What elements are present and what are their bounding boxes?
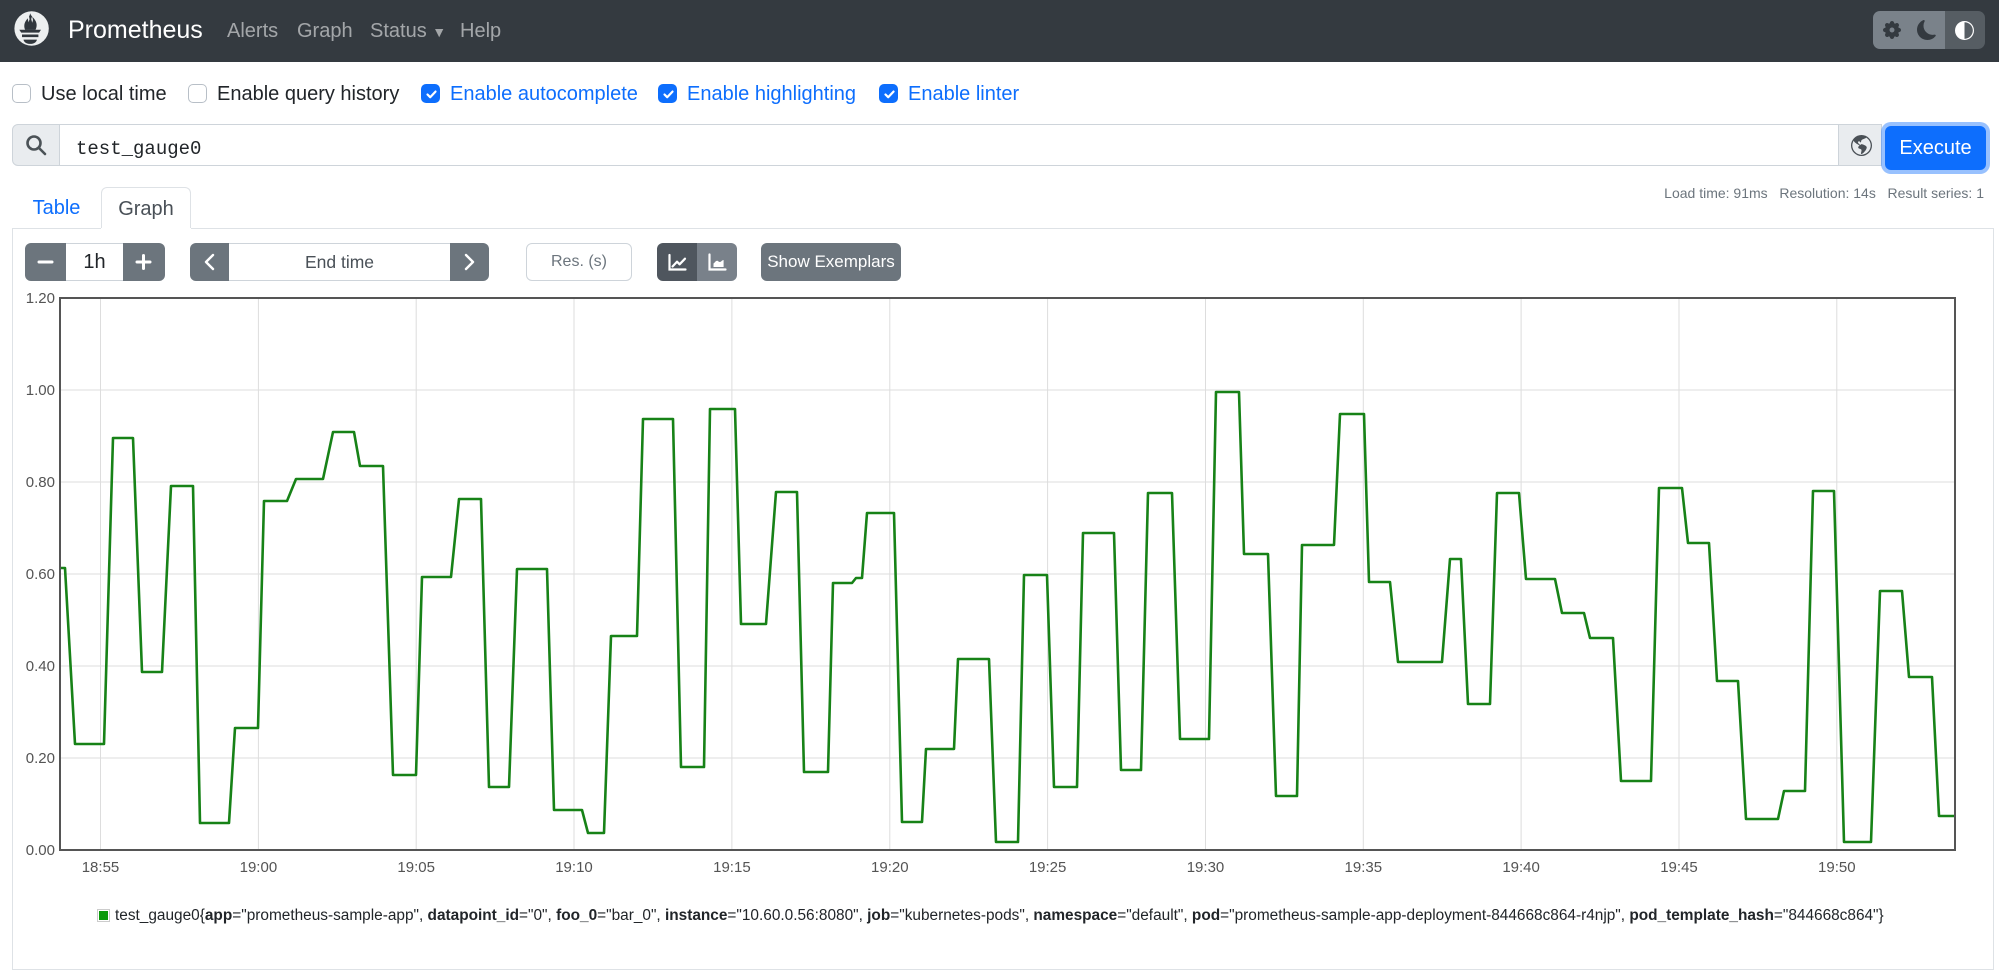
svg-text:0.40: 0.40 [26,658,55,675]
svg-text:0.80: 0.80 [26,474,55,491]
svg-text:19:05: 19:05 [397,859,435,876]
svg-text:19:50: 19:50 [1818,859,1856,876]
svg-text:19:40: 19:40 [1502,859,1540,876]
svg-text:19:25: 19:25 [1029,859,1067,876]
svg-text:19:10: 19:10 [555,859,593,876]
svg-text:19:20: 19:20 [871,859,909,876]
svg-text:1.20: 1.20 [26,290,55,307]
svg-text:0.20: 0.20 [26,750,55,767]
svg-text:1.00: 1.00 [26,382,55,399]
svg-text:19:30: 19:30 [1187,859,1225,876]
svg-text:19:35: 19:35 [1345,859,1383,876]
svg-text:18:55: 18:55 [82,859,120,876]
svg-text:0.60: 0.60 [26,566,55,583]
svg-text:19:45: 19:45 [1660,859,1698,876]
svg-text:19:15: 19:15 [713,859,751,876]
svg-text:19:00: 19:00 [240,859,278,876]
svg-text:0.00: 0.00 [26,842,55,859]
